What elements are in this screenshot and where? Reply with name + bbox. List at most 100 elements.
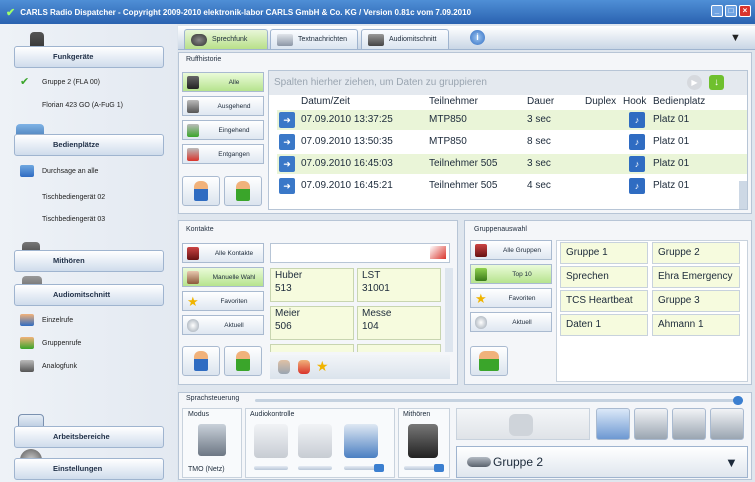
sidebar-item-tisch03[interactable]: Tischbediengerät 03: [42, 211, 192, 227]
groups-filter-aktuell[interactable]: Aktuell: [470, 312, 552, 332]
contact-cell-huber[interactable]: Huber 513: [270, 268, 354, 302]
forward-icon[interactable]: ▶: [687, 75, 702, 90]
sidebar-item-analogfunk[interactable]: Analogfunk: [20, 358, 170, 374]
sidebar-group-funkgeraete[interactable]: Funkgeräte: [14, 46, 164, 68]
minimize-button[interactable]: _: [711, 5, 723, 17]
col-bedienplatz[interactable]: Bedienplatz: [653, 96, 705, 110]
sidebar-item-gruppe2[interactable]: ✔ Gruppe 2 (FLA 00): [20, 74, 170, 90]
handset-icon: [467, 457, 491, 467]
search-call-button[interactable]: [634, 408, 668, 440]
groups-filter-favoriten[interactable]: ★ Favoriten: [470, 288, 552, 308]
sidebar-group-audiomitschnitt[interactable]: Audiomitschnitt: [14, 284, 164, 306]
sidebar-group-einstellungen[interactable]: Einstellungen: [14, 458, 164, 480]
message-icon: [277, 33, 293, 46]
search-copy-button[interactable]: [710, 408, 744, 440]
tab-sprechfunk[interactable]: Sprechfunk: [184, 29, 268, 49]
monitor-volume-slider[interactable]: [404, 464, 444, 472]
group-cell[interactable]: Daten 1: [560, 314, 648, 336]
voice-control-slider[interactable]: [255, 396, 743, 405]
table-scrollbar[interactable]: [739, 181, 747, 209]
contacts-scrollbar[interactable]: [445, 268, 453, 352]
group-select[interactable]: Gruppe 2 ▼: [456, 446, 748, 478]
group-cell[interactable]: Gruppe 2: [652, 242, 740, 264]
tab-textnachrichten[interactable]: Textnachrichten: [270, 29, 358, 49]
col-teilnehmer[interactable]: Teilnehmer: [429, 96, 478, 110]
contacts-filter-alle[interactable]: Alle Kontakte: [182, 243, 264, 263]
ptt-button[interactable]: [456, 408, 590, 440]
table-row[interactable]: ➜ 07.09.2010 13:37:25 MTP850 3 sec ♪ Pla…: [277, 110, 747, 130]
groups-filter-top10[interactable]: Top 10: [470, 264, 552, 284]
favorite-star-icon[interactable]: ★: [316, 358, 329, 375]
close-button[interactable]: ×: [739, 5, 751, 17]
music-note-icon[interactable]: ♪: [629, 178, 645, 194]
group-people-button[interactable]: [470, 346, 508, 376]
sidebar-item-einzelrufe[interactable]: Einzelrufe: [20, 312, 170, 328]
contact-cell-meier[interactable]: Meier 506: [270, 306, 354, 340]
sidebar-item-florian[interactable]: Florian 423 GO (A-FuG 1): [42, 97, 192, 113]
group-cell[interactable]: Ahmann 1: [652, 314, 740, 336]
slider-knob[interactable]: [733, 396, 743, 405]
music-send-button[interactable]: [596, 408, 630, 440]
sidebar-item-gruppenrufe[interactable]: Gruppenrufe: [20, 335, 170, 351]
sidebar-group-mithoeren[interactable]: Mithören: [14, 250, 164, 272]
contact-search-input[interactable]: [270, 243, 450, 263]
groups-filter-alle[interactable]: Alle Gruppen: [470, 240, 552, 260]
table-row[interactable]: ➜ 07.09.2010 13:50:35 MTP850 8 sec ♪ Pla…: [277, 132, 747, 152]
contact-cell-lst[interactable]: LST 31001: [357, 268, 441, 302]
download-icon[interactable]: ↓: [709, 75, 724, 90]
person-remove-icon[interactable]: [298, 360, 310, 374]
title-bar: ✔ CARLS Radio Dispatcher - Copyright 200…: [0, 0, 755, 24]
contacts-filter-aktuell[interactable]: Aktuell: [182, 315, 264, 335]
call-person-button[interactable]: [182, 176, 220, 206]
col-hook[interactable]: Hook: [623, 96, 646, 110]
desk-phone-icon[interactable]: [298, 424, 332, 458]
music-note-icon[interactable]: ♪: [629, 112, 645, 128]
contact-person-green-button[interactable]: [224, 346, 262, 376]
speaker-icon[interactable]: [408, 424, 438, 458]
contact-cell-messe[interactable]: Messe 104: [357, 306, 441, 340]
call-person-green-button[interactable]: [224, 176, 262, 206]
music-note-icon[interactable]: ♪: [629, 134, 645, 150]
table-row[interactable]: ➜ 07.09.2010 16:45:21 Teilnehmer 505 4 s…: [277, 176, 747, 196]
contacts-filter-favoriten[interactable]: ★ Favoriten: [182, 291, 264, 311]
slider-knob[interactable]: [374, 464, 384, 472]
group-call-icon: [20, 337, 34, 349]
col-dauer[interactable]: Dauer: [527, 96, 554, 110]
filter-eingehend[interactable]: Eingehend: [182, 120, 264, 140]
selected-group: Gruppe 2: [493, 455, 544, 469]
sidebar-item-tisch02[interactable]: Tischbediengerät 02: [42, 189, 192, 205]
handset-icon[interactable]: [254, 424, 288, 458]
tab-audiomitschnitt[interactable]: Audiomitschnitt: [361, 29, 449, 49]
phone-icon: [187, 76, 199, 89]
contact-person-button[interactable]: [182, 346, 220, 376]
microphone-icon[interactable]: [344, 424, 378, 458]
slider-knob[interactable]: [434, 464, 444, 472]
group-cell[interactable]: TCS Heartbeat: [560, 290, 648, 312]
music-note-icon[interactable]: ♪: [629, 156, 645, 172]
sidebar-item-durchsage[interactable]: Durchsage an alle: [20, 163, 170, 179]
sidebar-group-bedienplaetze[interactable]: Bedienplätze: [14, 134, 164, 156]
group-cell[interactable]: Ehra Emergency: [652, 266, 740, 288]
mic-volume-slider[interactable]: [344, 464, 384, 472]
antenna-tower-icon[interactable]: [198, 424, 226, 456]
col-datum[interactable]: Datum/Zeit: [301, 96, 350, 110]
group-cell[interactable]: Gruppe 1: [560, 242, 648, 264]
group-cell[interactable]: Gruppe 3: [652, 290, 740, 312]
filter-alle[interactable]: Alle: [182, 72, 264, 92]
filter-ausgehend[interactable]: Ausgehend: [182, 96, 264, 116]
search-favorite-button[interactable]: [672, 408, 706, 440]
col-duplex[interactable]: Duplex: [585, 96, 616, 110]
phone-volume-slider[interactable]: [298, 466, 332, 470]
contacts-filter-manuell[interactable]: Manuelle Wahl: [182, 267, 264, 287]
maximize-button[interactable]: □: [725, 5, 737, 17]
table-row[interactable]: ➜ 07.09.2010 16:45:03 Teilnehmer 505 3 s…: [277, 154, 747, 174]
sidebar-group-arbeitsbereiche[interactable]: Arbeitsbereiche: [14, 426, 164, 448]
eraser-icon[interactable]: [430, 246, 446, 259]
person-icon: [194, 351, 208, 371]
person-grey-icon[interactable]: [278, 360, 290, 374]
dropdown-arrow-icon[interactable]: ▼: [730, 32, 741, 44]
filter-entgangen[interactable]: Entgangen: [182, 144, 264, 164]
group-cell[interactable]: Sprechen: [560, 266, 648, 288]
handset-volume-slider[interactable]: [254, 466, 288, 470]
info-icon[interactable]: i: [470, 30, 485, 45]
